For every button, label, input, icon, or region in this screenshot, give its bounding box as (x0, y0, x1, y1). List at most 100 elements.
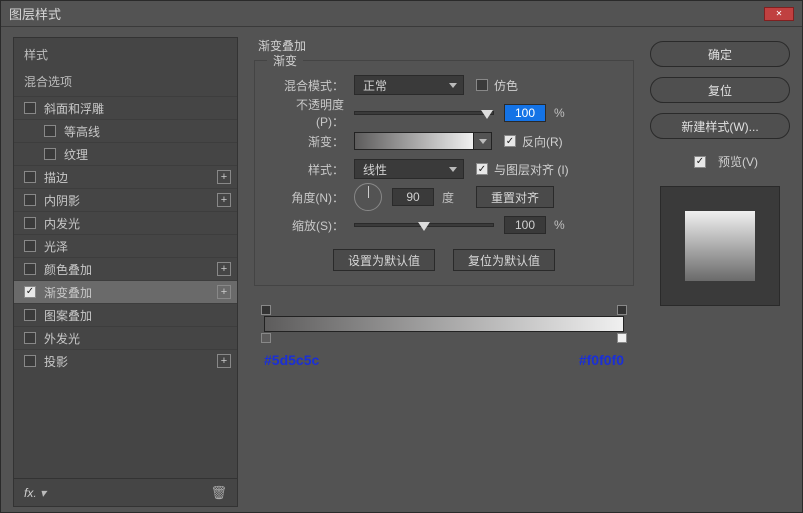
styles-header[interactable]: 样式 (14, 38, 237, 69)
layer-style-dialog: 图层样式 ✕ 样式 混合选项 斜面和浮雕等高线纹理描边+内阴影+内发光光泽颜色叠… (0, 0, 803, 513)
style-label: 描边 (44, 169, 217, 186)
dither-checkbox[interactable] (476, 79, 488, 91)
style-dropdown[interactable]: 线性 (354, 159, 464, 179)
add-effect-icon[interactable]: + (217, 170, 231, 184)
style-label: 纹理 (64, 146, 231, 163)
reset-align-button[interactable]: 重置对齐 (476, 186, 554, 208)
gradient-editor: #5d5c5c #f0f0f0 (254, 316, 634, 368)
styles-panel: 样式 混合选项 斜面和浮雕等高线纹理描边+内阴影+内发光光泽颜色叠加+渐变叠加+… (13, 37, 238, 507)
add-effect-icon[interactable]: + (217, 285, 231, 299)
style-checkbox[interactable] (24, 355, 36, 367)
style-label: 渐变叠加 (44, 284, 217, 301)
opacity-stop-left[interactable] (261, 305, 271, 315)
gradient-label: 渐变： (269, 133, 354, 150)
scale-unit: % (554, 218, 565, 232)
style-label: 投影 (44, 353, 217, 370)
opacity-value[interactable]: 100 (504, 104, 546, 122)
style-checkbox[interactable] (44, 148, 56, 160)
opacity-stop-right[interactable] (617, 305, 627, 315)
style-checkbox[interactable] (24, 309, 36, 321)
style-checkbox[interactable] (24, 171, 36, 183)
opacity-label: 不透明度(P)： (269, 96, 354, 130)
gradient-dropdown[interactable] (474, 132, 492, 150)
style-checkbox[interactable] (44, 125, 56, 137)
gradient-swatch[interactable] (354, 132, 474, 150)
style-label: 内阴影 (44, 192, 217, 209)
add-effect-icon[interactable]: + (217, 262, 231, 276)
close-button[interactable]: ✕ (764, 7, 794, 21)
style-checkbox[interactable] (24, 194, 36, 206)
style-label: 斜面和浮雕 (44, 100, 231, 117)
preview-checkbox[interactable] (694, 156, 706, 168)
style-item-9[interactable]: 图案叠加 (14, 303, 237, 326)
style-checkbox[interactable] (24, 102, 36, 114)
new-style-button[interactable]: 新建样式(W)... (650, 113, 790, 139)
style-item-8[interactable]: 渐变叠加+ (14, 280, 237, 303)
style-item-1[interactable]: 等高线 (14, 119, 237, 142)
ok-button[interactable]: 确定 (650, 41, 790, 67)
style-list: 斜面和浮雕等高线纹理描边+内阴影+内发光光泽颜色叠加+渐变叠加+图案叠加外发光投… (14, 96, 237, 478)
dither-label: 仿色 (494, 77, 518, 94)
style-checkbox[interactable] (24, 332, 36, 344)
style-label: 图案叠加 (44, 307, 231, 324)
style-item-7[interactable]: 颜色叠加+ (14, 257, 237, 280)
style-label: 样式： (269, 161, 354, 178)
angle-value[interactable]: 90 (392, 188, 434, 206)
scale-value[interactable]: 100 (504, 216, 546, 234)
gradient-bar[interactable] (264, 316, 624, 332)
titlebar: 图层样式 ✕ (1, 1, 802, 27)
align-label: 与图层对齐 (I) (494, 161, 569, 178)
trash-icon[interactable]: 🗑 (210, 485, 227, 501)
style-item-4[interactable]: 内阴影+ (14, 188, 237, 211)
style-label: 光泽 (44, 238, 231, 255)
style-item-11[interactable]: 投影+ (14, 349, 237, 372)
style-item-10[interactable]: 外发光 (14, 326, 237, 349)
align-checkbox[interactable] (476, 163, 488, 175)
style-item-2[interactable]: 纹理 (14, 142, 237, 165)
opacity-unit: % (554, 106, 565, 120)
style-item-6[interactable]: 光泽 (14, 234, 237, 257)
fx-menu[interactable]: fx. ▾ (24, 486, 46, 500)
blend-mode-label: 混合模式： (269, 77, 354, 94)
preview-box (660, 186, 780, 306)
gradient-fieldset: 渐变 混合模式： 正常 仿色 不透明度(P)： 100 % 渐变： (254, 60, 634, 286)
angle-dial[interactable] (354, 183, 382, 211)
scale-slider[interactable] (354, 223, 494, 227)
scale-label: 缩放(S)： (269, 217, 354, 234)
style-item-0[interactable]: 斜面和浮雕 (14, 96, 237, 119)
style-checkbox[interactable] (24, 263, 36, 275)
reverse-label: 反向(R) (522, 133, 563, 150)
style-label: 颜色叠加 (44, 261, 217, 278)
options-panel: 渐变叠加 渐变 混合模式： 正常 仿色 不透明度(P)： 100 % 渐变： (248, 37, 640, 507)
style-checkbox[interactable] (24, 217, 36, 229)
angle-label: 角度(N)： (269, 189, 354, 206)
window-title: 图层样式 (9, 4, 61, 23)
blend-options-header[interactable]: 混合选项 (14, 69, 237, 96)
style-label: 外发光 (44, 330, 231, 347)
reset-default-button[interactable]: 复位为默认值 (453, 249, 555, 271)
color-stop-right[interactable] (617, 333, 627, 343)
add-effect-icon[interactable]: + (217, 354, 231, 368)
hex-left: #5d5c5c (264, 352, 319, 368)
color-stop-left[interactable] (261, 333, 271, 343)
reverse-checkbox[interactable] (504, 135, 516, 147)
actions-panel: 确定 复位 新建样式(W)... 预览(V) (650, 37, 790, 507)
hex-right: #f0f0f0 (579, 352, 624, 368)
style-checkbox[interactable] (24, 240, 36, 252)
section-title: 渐变叠加 (254, 37, 634, 54)
style-item-5[interactable]: 内发光 (14, 211, 237, 234)
angle-unit: 度 (442, 189, 454, 206)
fieldset-legend: 渐变 (267, 52, 303, 69)
styles-footer: fx. ▾ 🗑 (14, 478, 237, 506)
add-effect-icon[interactable]: + (217, 193, 231, 207)
preview-label: 预览(V) (718, 153, 758, 170)
style-label: 内发光 (44, 215, 231, 232)
style-checkbox[interactable] (24, 286, 36, 298)
make-default-button[interactable]: 设置为默认值 (333, 249, 435, 271)
style-item-3[interactable]: 描边+ (14, 165, 237, 188)
opacity-slider[interactable] (354, 111, 494, 115)
blend-mode-dropdown[interactable]: 正常 (354, 75, 464, 95)
preview-swatch (685, 211, 755, 281)
style-label: 等高线 (64, 123, 231, 140)
cancel-button[interactable]: 复位 (650, 77, 790, 103)
